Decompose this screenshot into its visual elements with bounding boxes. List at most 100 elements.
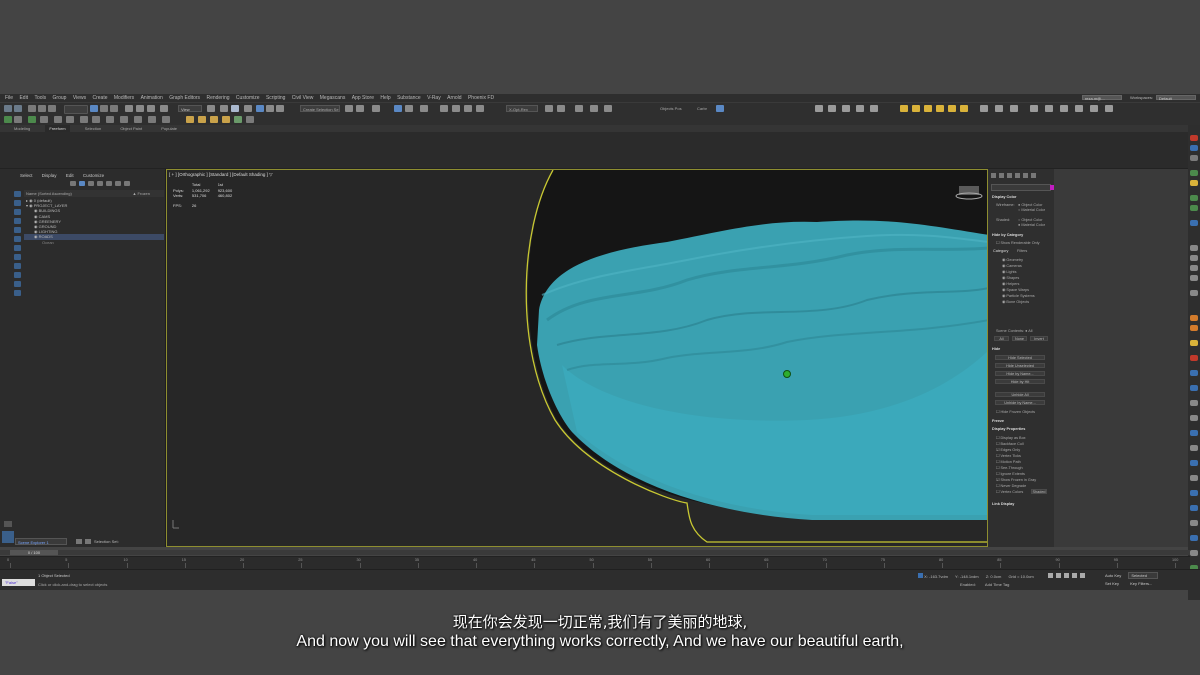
wire-material-color-radio[interactable]: ○ Material Color (1018, 208, 1045, 212)
filter-bones-icon[interactable] (14, 263, 21, 269)
rotate-icon[interactable] (136, 105, 144, 112)
strip-stop-icon[interactable] (1190, 265, 1198, 271)
align-icon[interactable] (372, 105, 380, 112)
strip-ocean-icon[interactable] (1190, 370, 1198, 376)
column-frozen[interactable]: ▲ Frozen (132, 190, 150, 197)
coord-x[interactable]: X: -163.7vdm (924, 574, 948, 579)
vray-light-icon[interactable] (842, 105, 850, 112)
strip-tool-2-icon[interactable] (1190, 145, 1198, 151)
unhide-all-button[interactable]: Unhide All (995, 392, 1045, 397)
strip-tool-6-icon[interactable] (1190, 195, 1198, 201)
create-icon[interactable] (4, 116, 12, 123)
strip-liquid-icon[interactable] (1190, 385, 1198, 391)
motion-path-checkbox[interactable]: ☐ Motion Path (996, 459, 1021, 464)
material-editor-icon[interactable] (464, 105, 472, 112)
strip-render-icon[interactable] (1190, 535, 1198, 541)
geometry-icon[interactable] (28, 116, 36, 123)
hierarchy-tab-icon[interactable] (1007, 173, 1012, 178)
render-icon[interactable] (557, 105, 565, 112)
hide-header[interactable]: Hide (992, 347, 1000, 351)
rendered-frame-icon[interactable] (545, 105, 553, 112)
strip-tool-7-icon[interactable] (1190, 205, 1198, 211)
filter-helpers-icon[interactable] (14, 227, 21, 233)
teapot-render-icon[interactable] (828, 105, 836, 112)
systems-icon[interactable] (106, 116, 114, 123)
key-filters-button[interactable]: Key Filters... (1130, 581, 1152, 586)
hide-selected-button[interactable]: Hide Selected (995, 355, 1045, 360)
menu-scripting[interactable]: Scripting (266, 94, 285, 102)
unhide-by-name-button[interactable]: Unhide by Name... (995, 400, 1045, 405)
time-slider[interactable]: 0 / 100 (10, 550, 58, 555)
scene-column-header[interactable]: Name (Sorted Ascending) ▲ Frozen (24, 190, 164, 197)
select-manipulate-icon[interactable] (220, 105, 228, 112)
edit-named-sel-icon[interactable] (345, 105, 353, 112)
ribbon-tab-populate[interactable]: Populate (157, 125, 181, 132)
prod-render-icon[interactable] (575, 105, 583, 112)
strip-fire-icon[interactable] (1190, 315, 1198, 321)
vray-dome-icon[interactable] (870, 105, 878, 112)
invert-button[interactable]: Invert (1030, 336, 1048, 341)
keyboard-shortcut-icon[interactable] (231, 105, 239, 112)
filter-all-icon[interactable] (14, 272, 21, 278)
filter-none-icon[interactable] (14, 281, 21, 287)
bind-icon[interactable] (48, 105, 56, 112)
arnold-icon[interactable] (980, 105, 988, 112)
helpers-icon[interactable] (80, 116, 88, 123)
motion-icon[interactable] (134, 116, 142, 123)
cat-helpers[interactable]: ◉ Helpers (1002, 281, 1019, 286)
menu-help[interactable]: Help (380, 94, 390, 102)
render-setup-icon[interactable] (476, 105, 484, 112)
display-properties-header[interactable]: Display Properties (992, 427, 1025, 431)
backface-cull-checkbox[interactable]: ☐ Backface Cull (996, 441, 1024, 446)
tool-a-icon[interactable] (1075, 105, 1083, 112)
ribbon-tab-object-paint[interactable]: Object Paint (116, 125, 146, 132)
percent-snap-icon[interactable] (266, 105, 274, 112)
none-button[interactable]: None (1012, 336, 1027, 341)
link-icon[interactable] (28, 105, 36, 112)
menu-create[interactable]: Create (92, 94, 107, 102)
menu-customize[interactable]: Customize (236, 94, 260, 102)
filter-lights-icon[interactable] (14, 209, 21, 215)
cat-geometry[interactable]: ◉ Geometry (1002, 257, 1023, 262)
filter-dropdown[interactable] (64, 105, 88, 114)
shaded-button[interactable]: Shaded (1031, 489, 1047, 494)
strip-tool-3-icon[interactable] (1190, 155, 1198, 161)
mirror-icon[interactable] (356, 105, 364, 112)
coord-y[interactable]: Y: -148.1vdm (955, 574, 979, 579)
script-icon[interactable] (1060, 105, 1068, 112)
vray-icon[interactable] (716, 105, 724, 112)
menu-phoenix[interactable]: Phoenix FD (468, 94, 494, 102)
tree-row[interactable]: Ocean (24, 240, 164, 245)
column-name[interactable]: Name (Sorted Ascending) (26, 191, 72, 196)
freeze-header[interactable]: Freeze (992, 419, 1004, 423)
tool-b-icon[interactable] (1090, 105, 1098, 112)
filters-tab[interactable]: Filters (1017, 249, 1027, 253)
utilities-tab-icon[interactable] (1031, 173, 1036, 178)
menu-file[interactable]: File (5, 94, 13, 102)
strip-tool-4-icon[interactable] (1190, 170, 1198, 176)
strip-cache-icon[interactable] (1190, 445, 1198, 451)
category-tab[interactable]: Category (993, 249, 1008, 253)
strip-mesh-icon[interactable] (1190, 400, 1198, 406)
hierarchy-icon[interactable] (120, 116, 128, 123)
utilities-icon[interactable] (162, 116, 170, 123)
filter-icon[interactable] (79, 181, 85, 186)
display-color-header[interactable]: Display Color (992, 195, 1016, 199)
create-tab-icon[interactable] (991, 173, 996, 178)
select-icon[interactable] (90, 105, 98, 112)
show-renderable-checkbox[interactable]: ☐ Show Renderable Only (996, 240, 1040, 245)
settings-icon[interactable] (124, 181, 130, 186)
strip-emit-icon[interactable] (1190, 355, 1198, 361)
lights-icon[interactable] (54, 116, 62, 123)
hide-frozen-checkbox[interactable]: ☐ Hide Frozen Objects (996, 409, 1035, 414)
menu-views[interactable]: Views (73, 94, 86, 102)
cat-cameras[interactable]: ◉ Cameras (1002, 263, 1022, 268)
filter-shapes-icon[interactable] (14, 200, 21, 206)
layer-toggle-icon[interactable] (76, 539, 82, 544)
motion-tab-icon[interactable] (1015, 173, 1020, 178)
next-frame-icon[interactable] (1072, 573, 1077, 578)
viewport-label[interactable]: [ + ] [Orthographic ] [Standard ] [Defau… (169, 172, 273, 178)
filter-invert-icon[interactable] (14, 290, 21, 296)
strip-help-icon[interactable] (1190, 550, 1198, 556)
workspace-dropdown[interactable]: Default (1156, 95, 1196, 101)
